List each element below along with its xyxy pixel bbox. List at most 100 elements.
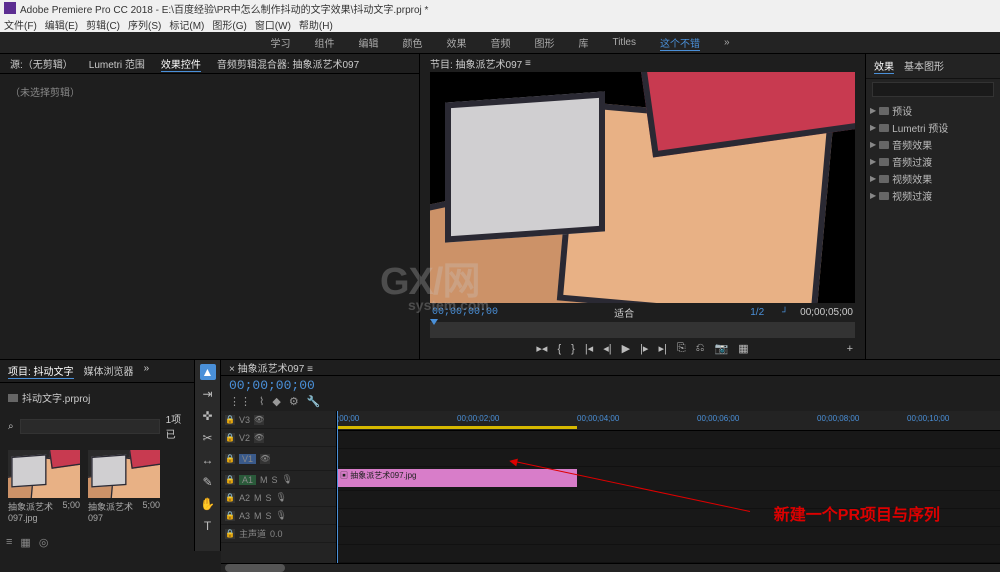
program-title: 节目: 抽象派艺术097 ≡ — [420, 54, 865, 72]
ripple-edit-tool-icon[interactable]: ✜ — [200, 408, 216, 424]
tree-lumetri-presets[interactable]: ▶Lumetri 预设 — [870, 119, 996, 136]
timeline-timecode[interactable]: 00;00;00;00 — [221, 376, 1000, 395]
project-item[interactable]: 抽象派艺术0975;00 — [88, 450, 160, 523]
freeform-view-icon[interactable]: ◎ — [39, 536, 49, 549]
mark-out-icon[interactable]: { — [557, 343, 561, 355]
tab-essential-graphics[interactable]: 基本图形 — [904, 58, 944, 74]
ws-color[interactable]: 颜色 — [402, 35, 422, 50]
track-a3[interactable] — [337, 527, 1000, 545]
track-header-v2[interactable]: 🔒V2👁 — [221, 429, 336, 447]
program-fit-dropdown[interactable]: 适合 — [614, 305, 634, 320]
button-editor-icon[interactable]: + — [847, 343, 853, 355]
tree-video-transitions[interactable]: ▶视频过渡 — [870, 187, 996, 204]
ws-effects[interactable]: 效果 — [446, 35, 466, 50]
track-header-master[interactable]: 🔒主声道0.0 — [221, 525, 336, 543]
tab-source[interactable]: 源:（无剪辑） — [10, 56, 73, 71]
program-viewer[interactable] — [430, 72, 855, 303]
tab-overflow-icon[interactable]: » — [144, 363, 150, 379]
track-a2[interactable] — [337, 509, 1000, 527]
icon-view-icon[interactable]: ▦ — [20, 536, 30, 549]
track-v3[interactable] — [337, 431, 1000, 449]
pen-tool-icon[interactable]: ✎ — [200, 474, 216, 490]
ws-assembly[interactable]: 组件 — [314, 35, 334, 50]
menu-graphics[interactable]: 图形(G) — [212, 17, 246, 32]
ws-audio[interactable]: 音频 — [490, 35, 510, 50]
menu-window[interactable]: 窗口(W) — [255, 17, 291, 32]
ws-editing[interactable]: 编辑 — [358, 35, 378, 50]
ws-libraries[interactable]: 库 — [578, 35, 588, 50]
tab-effects[interactable]: 效果 — [874, 58, 894, 74]
track-header-a3[interactable]: 🔒A3MS🎙 — [221, 507, 336, 525]
go-out-icon[interactable]: ▸| — [658, 342, 666, 355]
menu-marker[interactable]: 标记(M) — [169, 17, 204, 32]
tab-project[interactable]: 项目: 抖动文字 — [8, 363, 74, 379]
extract-icon[interactable]: ⎌ — [696, 342, 705, 355]
timeline-ruler[interactable]: ;00;00 00;00;02;00 00;00;04;00 00;00;06;… — [337, 411, 1000, 431]
ws-learn[interactable]: 学习 — [270, 35, 290, 50]
timeline-track-area[interactable]: ;00;00 00;00;02;00 00;00;04;00 00;00;06;… — [337, 411, 1000, 563]
linked-selection-icon[interactable]: ⌇ — [259, 395, 264, 408]
hand-tool-icon[interactable]: ✋ — [200, 496, 216, 512]
step-back-icon[interactable]: ◂| — [603, 342, 611, 355]
track-header-v1[interactable]: 🔒V1👁 — [221, 447, 336, 471]
list-view-icon[interactable]: ≡ — [6, 536, 12, 549]
menu-file[interactable]: 文件(F) — [4, 17, 37, 32]
tab-lumetri-scopes[interactable]: Lumetri 范围 — [89, 56, 145, 71]
tree-audio-transitions[interactable]: ▶音频过渡 — [870, 153, 996, 170]
selection-tool-icon[interactable]: ▲ — [200, 364, 216, 380]
razor-tool-icon[interactable]: ✂ — [200, 430, 216, 446]
wrench-icon[interactable]: 🔧 — [307, 395, 321, 408]
ws-graphics[interactable]: 图形 — [534, 35, 554, 50]
step-fwd-icon[interactable]: |▸ — [640, 342, 648, 355]
zoom-thumb[interactable] — [225, 564, 285, 572]
track-v1[interactable]: ▣ 抽象派艺术097.jpg — [337, 467, 1000, 491]
effects-search-input[interactable] — [872, 82, 994, 97]
timeline-clip[interactable]: ▣ 抽象派艺术097.jpg — [337, 469, 577, 487]
marker-icon[interactable]: ◆ — [272, 395, 280, 408]
work-area-bar[interactable] — [337, 426, 577, 429]
mark-clip-icon[interactable]: } — [571, 343, 575, 355]
ws-overflow-icon[interactable]: » — [724, 37, 730, 48]
comparison-icon[interactable]: ▦ — [738, 342, 748, 355]
track-select-tool-icon[interactable]: ⇥ — [200, 386, 216, 402]
program-scrubber[interactable] — [430, 322, 855, 338]
mark-in-icon[interactable]: ▸◂ — [536, 342, 547, 355]
tree-presets[interactable]: ▶预设 — [870, 102, 996, 119]
tree-audio-effects[interactable]: ▶音频效果 — [870, 136, 996, 153]
project-search-input[interactable] — [20, 419, 160, 434]
track-v2[interactable] — [337, 449, 1000, 467]
play-icon[interactable]: ▶ — [622, 342, 630, 355]
slip-tool-icon[interactable]: ↔ — [200, 452, 216, 468]
settings-icon[interactable]: ⚙ — [289, 395, 299, 408]
track-header-v3[interactable]: 🔒V3👁 — [221, 411, 336, 429]
go-in-icon[interactable]: |◂ — [585, 342, 593, 355]
ws-titles[interactable]: Titles — [612, 37, 636, 48]
tab-media-browser[interactable]: 媒体浏览器 — [84, 363, 134, 379]
ws-custom[interactable]: 这个不错 — [660, 35, 700, 51]
program-timecode-left[interactable]: 00;00;00;00 — [432, 307, 498, 318]
lift-icon[interactable]: ⎘ — [677, 342, 686, 355]
track-header-a1[interactable]: 🔒A1MS🎙 — [221, 471, 336, 489]
timeline-zoom-scroll[interactable] — [221, 563, 1000, 572]
program-fraction[interactable]: 1/2 — [750, 307, 764, 318]
menu-edit[interactable]: 编辑(E) — [45, 17, 78, 32]
project-item[interactable]: 抽象派艺术097.jpg5;00 — [8, 450, 80, 523]
sequence-tab[interactable]: × 抽象派艺术097 ≡ — [229, 360, 313, 375]
folder-icon — [879, 141, 889, 149]
tab-audio-mixer[interactable]: 音频剪辑混合器: 抽象派艺术097 — [217, 56, 359, 71]
playhead-icon[interactable] — [430, 319, 438, 325]
type-tool-icon[interactable]: T — [200, 518, 216, 534]
menu-clip[interactable]: 剪辑(C) — [86, 17, 120, 32]
track-header-a2[interactable]: 🔒A2MS🎙 — [221, 489, 336, 507]
track-a1[interactable] — [337, 491, 1000, 509]
search-icon[interactable]: ⌕ — [8, 421, 14, 432]
timeline-playhead[interactable] — [337, 411, 338, 563]
track-master[interactable] — [337, 545, 1000, 563]
tree-video-effects[interactable]: ▶视频效果 — [870, 170, 996, 187]
export-frame-icon[interactable]: 📷 — [714, 342, 728, 355]
snap-icon[interactable]: ⋮⋮ — [229, 395, 251, 408]
tab-effect-controls[interactable]: 效果控件 — [161, 56, 201, 72]
menu-sequence[interactable]: 序列(S) — [128, 17, 161, 32]
menu-help[interactable]: 帮助(H) — [299, 17, 333, 32]
workspace-bar: 学习 组件 编辑 颜色 效果 音频 图形 库 Titles 这个不错 » — [0, 32, 1000, 54]
